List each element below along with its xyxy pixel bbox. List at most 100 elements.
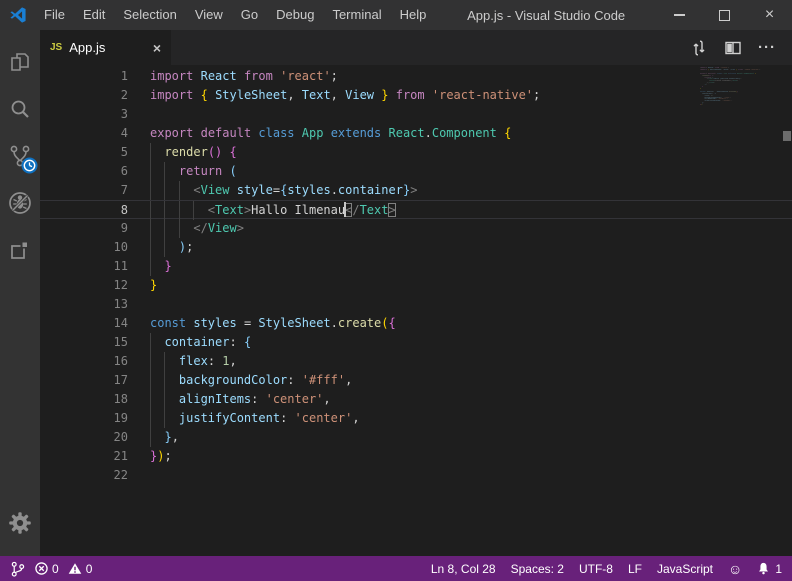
sidebar-item-debug[interactable] [0,179,40,226]
code-line[interactable]: 5 render() { [40,143,792,162]
code-line[interactable]: 22 [40,466,792,485]
tab-appjs[interactable]: JS App.js × [40,30,171,65]
line-number[interactable]: 10 [40,238,128,257]
code-editor[interactable]: 1import React from 'react';2import { Sty… [40,65,792,556]
code-line[interactable]: 6 return ( [40,162,792,181]
code-line[interactable]: 3 [40,105,792,124]
code-token: > [410,183,417,197]
feedback-smiley-icon[interactable]: ☺ [728,562,742,576]
code-line[interactable]: 17 backgroundColor: '#fff', [40,371,792,390]
statusbar-encoding[interactable]: UTF-8 [579,562,613,576]
code-token: , [172,430,179,444]
code-line[interactable]: 12} [40,276,792,295]
code-token [273,69,280,83]
line-number[interactable]: 18 [40,390,128,409]
minimap-content: import React from 'react';import { Style… [700,67,713,107]
code-line[interactable]: 7 <View style={styles.container}> [40,181,792,200]
code-line[interactable]: 21}); [40,447,792,466]
code-token: View [208,221,237,235]
statusbar-language-mode[interactable]: JavaScript [657,562,713,576]
line-number[interactable]: 1 [40,67,128,86]
maximize-button[interactable] [702,0,747,30]
code-token: import [150,69,193,83]
statusbar-items: Ln 8, Col 28 Spaces: 2 UTF-8 LF JavaScript [431,562,713,576]
menu-item-view[interactable]: View [186,0,232,30]
line-number[interactable]: 4 [40,124,128,143]
sidebar-item-extensions[interactable] [0,226,40,273]
code-line[interactable]: 20 }, [40,428,792,447]
line-number[interactable]: 22 [40,466,128,485]
sidebar-item-explorer[interactable] [0,38,40,85]
code-line[interactable]: 9 </View> [40,219,792,238]
code-line[interactable]: 4export default class App extends React.… [40,124,792,143]
line-number[interactable]: 3 [40,105,128,124]
statusbar-indentation[interactable]: Spaces: 2 [511,562,564,576]
error-icon [35,562,48,575]
more-actions-icon[interactable]: ··· [758,39,776,56]
code-token: { [201,88,208,102]
settings-button[interactable] [0,499,40,546]
line-number[interactable]: 9 [40,219,128,238]
line-number[interactable]: 12 [40,276,128,295]
code-line[interactable]: 1import React from 'react'; [40,67,792,86]
code-line[interactable]: 16 flex: 1, [40,352,792,371]
sidebar-item-source-control[interactable] [0,132,40,179]
git-branch-icon[interactable] [10,560,25,578]
tab-close-icon[interactable]: × [153,41,161,55]
code-line[interactable]: 8 <Text>Hallo Ilmenau</Text> [40,200,792,219]
minimize-button[interactable] [657,0,702,30]
problems-indicator[interactable]: 0 0 [35,562,92,576]
code-token [150,335,164,349]
code-token: , [352,411,359,425]
split-editor-icon[interactable] [724,40,742,56]
code-token: > [237,221,244,235]
menu-item-terminal[interactable]: Terminal [323,0,390,30]
code-line[interactable]: 19 justifyContent: 'center', [40,409,792,428]
line-number[interactable]: 11 [40,257,128,276]
warning-count: 0 [86,562,93,576]
close-button[interactable]: × [747,0,792,30]
code-token: styles [287,183,330,197]
code-token: render [164,145,207,159]
minimap[interactable]: import React from 'react';import { Style… [700,67,786,127]
line-number[interactable]: 17 [40,371,128,390]
code-token [193,69,200,83]
menu-item-file[interactable]: File [35,0,74,30]
line-number[interactable]: 14 [40,314,128,333]
line-number[interactable]: 8 [40,201,128,220]
line-number[interactable]: 5 [40,143,128,162]
code-token [230,183,237,197]
line-number[interactable]: 20 [40,428,128,447]
line-number[interactable]: 13 [40,295,128,314]
javascript-file-icon: JS [50,42,62,53]
line-number[interactable]: 16 [40,352,128,371]
bell-icon [757,561,770,576]
code-line[interactable]: 13 [40,295,792,314]
line-number[interactable]: 15 [40,333,128,352]
code-line[interactable]: 14const styles = StyleSheet.create({ [40,314,792,333]
code-line[interactable]: 11 } [40,257,792,276]
menu-item-edit[interactable]: Edit [74,0,114,30]
code-token [381,126,388,140]
line-number[interactable]: 19 [40,409,128,428]
menu-item-debug[interactable]: Debug [267,0,323,30]
notifications-bell[interactable]: 1 [757,561,782,576]
code-text: } [150,257,172,276]
statusbar-cursor-position[interactable]: Ln 8, Col 28 [431,562,496,576]
menu-item-selection[interactable]: Selection [114,0,185,30]
sidebar-item-search[interactable] [0,85,40,132]
statusbar-eol[interactable]: LF [628,562,642,576]
code-token: . [331,183,338,197]
line-number[interactable]: 2 [40,86,128,105]
line-number[interactable]: 6 [40,162,128,181]
line-number[interactable]: 21 [40,447,128,466]
code-line[interactable]: 2import { StyleSheet, Text, View } from … [40,86,792,105]
line-number[interactable]: 7 [40,181,128,200]
menu-item-help[interactable]: Help [391,0,436,30]
minimize-icon [674,14,685,15]
swap-arrows-icon[interactable] [690,39,708,57]
code-line[interactable]: 15 container: { [40,333,792,352]
code-line[interactable]: 18 alignItems: 'center', [40,390,792,409]
menu-item-go[interactable]: Go [232,0,267,30]
code-line[interactable]: 10 ); [40,238,792,257]
